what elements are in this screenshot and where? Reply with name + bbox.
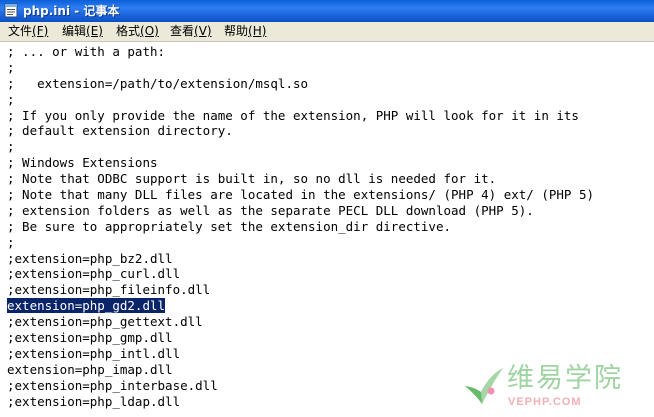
line-text: ;	[7, 234, 15, 250]
line-text: ; Note that many DLL files are located i…	[7, 187, 594, 203]
notepad-window: php.ini - 记事本 文件(F) 编辑(E) 格式(O) 查看(V) 帮助…	[0, 0, 654, 417]
line-text: ;	[7, 91, 15, 107]
watermark: 维易学院 VEPHP.COM	[462, 362, 642, 414]
line-text: ; Note that ODBC support is built in, so…	[7, 171, 497, 187]
menu-view-accel: (V)	[194, 24, 212, 38]
watermark-english: VEPHP.COM	[508, 396, 582, 408]
menu-file-accel: (F)	[32, 24, 49, 38]
line-text: ;extension=php_interbase.dll	[7, 377, 218, 393]
editor-line[interactable]: ;extension=php_fileinfo.dll	[7, 282, 594, 298]
editor-line[interactable]: ; Note that ODBC support is built in, so…	[7, 171, 594, 187]
line-text: ; If you only provide the name of the ex…	[7, 107, 579, 123]
line-text: ; default extension directory.	[7, 123, 233, 139]
menu-file-label: 文件	[8, 24, 33, 38]
editor-line[interactable]: ; default extension directory.	[7, 123, 594, 139]
editor-line[interactable]: ;extension=php_gmp.dll	[7, 330, 594, 346]
menu-help[interactable]: 帮助(H)	[222, 22, 268, 41]
editor-line[interactable]: ;extension=php_gettext.dll	[7, 314, 594, 330]
line-text: extension=php_imap.dll	[7, 361, 173, 377]
editor-line[interactable]: ; ... or with a path:	[7, 44, 594, 60]
editor-line[interactable]: ;	[7, 235, 594, 251]
menu-view-label: 查看	[170, 24, 195, 38]
line-text: ;	[7, 59, 15, 75]
line-text: ; Windows Extensions	[7, 155, 158, 171]
menu-help-label: 帮助	[224, 24, 249, 38]
editor-line[interactable]: ; extension=/path/to/extension/msql.so	[7, 76, 594, 92]
watermark-chinese: 维易学院	[507, 363, 623, 394]
editor-line[interactable]: ; extension folders as well as the separ…	[7, 203, 594, 219]
editor-line[interactable]: ;extension=php_bz2.dll	[7, 251, 594, 267]
editor-line-selected[interactable]: extension=php_gd2.dll	[5, 297, 594, 315]
editor-line[interactable]: ; If you only provide the name of the ex…	[7, 108, 594, 124]
menu-format-label: 格式	[116, 24, 141, 38]
editor-line[interactable]: ;	[7, 92, 594, 108]
line-text: ;extension=php_ldap.dll	[7, 393, 181, 409]
line-text: ; Be sure to appropriately set the exten…	[7, 218, 452, 234]
notepad-icon	[4, 3, 18, 18]
window-title: php.ini - 记事本	[23, 4, 120, 18]
menu-edit-accel: (E)	[86, 24, 103, 38]
editor-line[interactable]: ;	[7, 60, 594, 76]
editor-line[interactable]: ;extension=php_intl.dll	[7, 346, 594, 362]
menu-format[interactable]: 格式(O)	[114, 22, 161, 41]
line-text: ;extension=php_fileinfo.dll	[7, 282, 211, 298]
line-text: ; extension folders as well as the separ…	[7, 202, 534, 218]
menu-help-accel: (H)	[248, 24, 267, 38]
editor-lines: ; ... or with a path: ; ; extension=/pat…	[5, 44, 594, 409]
line-text: ; extension=/path/to/extension/msql.so	[7, 75, 309, 91]
line-text: ;	[7, 139, 15, 155]
editor-line[interactable]: ; Be sure to appropriately set the exten…	[7, 219, 594, 235]
menu-edit-label: 编辑	[62, 24, 87, 38]
menu-file[interactable]: 文件(F)	[6, 22, 50, 41]
line-text: ;extension=php_curl.dll	[7, 266, 181, 282]
title-bar[interactable]: php.ini - 记事本	[0, 0, 654, 22]
menu-edit[interactable]: 编辑(E)	[60, 22, 105, 41]
editor-line[interactable]: ;	[7, 139, 594, 155]
line-text: ; ... or with a path:	[7, 44, 166, 59]
line-text: ;extension=php_intl.dll	[7, 345, 181, 361]
editor-line[interactable]: ; Windows Extensions	[7, 155, 594, 171]
text-editor[interactable]: ; ... or with a path: ; ; extension=/pat…	[0, 42, 654, 417]
line-text: ;extension=php_gettext.dll	[7, 314, 203, 330]
selected-text[interactable]: extension=php_gd2.dll	[5, 297, 167, 315]
editor-line[interactable]: ;extension=php_curl.dll	[7, 266, 594, 282]
menu-bar: 文件(F) 编辑(E) 格式(O) 查看(V) 帮助(H)	[0, 22, 654, 42]
menu-view[interactable]: 查看(V)	[168, 22, 214, 41]
menu-format-accel: (O)	[140, 24, 159, 38]
editor-line[interactable]: ; Note that many DLL files are located i…	[7, 187, 594, 203]
line-text: ;extension=php_bz2.dll	[7, 250, 173, 266]
watermark-logo-icon	[465, 368, 503, 404]
line-text: ;extension=php_gmp.dll	[7, 330, 173, 346]
